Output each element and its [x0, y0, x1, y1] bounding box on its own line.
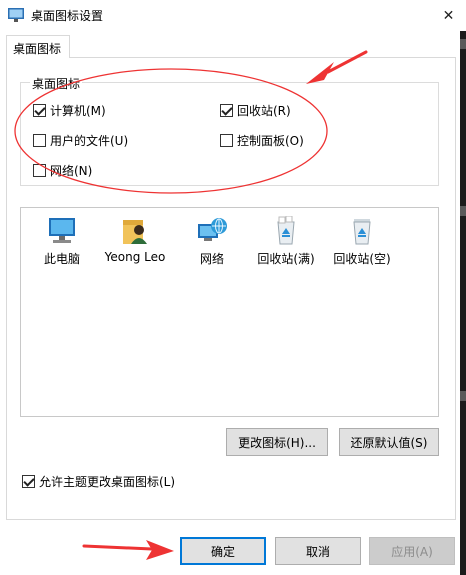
checkbox-box[interactable]: [22, 475, 35, 488]
window-title: 桌面图标设置: [31, 9, 104, 23]
checkbox-box[interactable]: [33, 164, 46, 177]
control-panel-checkbox[interactable]: 控制面板(O): [220, 132, 304, 149]
checkbox-box[interactable]: [33, 134, 46, 147]
icon-item-network[interactable]: 网络: [177, 216, 247, 267]
ok-button[interactable]: 确定: [180, 537, 266, 565]
network-icon: [198, 218, 227, 241]
recycle-bin-empty-icon: [353, 219, 371, 245]
computer-icon: [49, 218, 75, 243]
checkbox-box[interactable]: [33, 104, 46, 117]
user-files-checkbox[interactable]: 用户的文件(U): [33, 132, 128, 149]
cancel-button[interactable]: 取消: [275, 537, 361, 565]
apply-button[interactable]: 应用(A): [369, 537, 455, 565]
user-folder-icon: [123, 220, 147, 244]
recycle-bin-full-icon: [277, 216, 295, 245]
icon-label: 回收站(空): [333, 252, 391, 266]
edge-mark: [460, 39, 466, 49]
icon-item-recycle-bin-empty[interactable]: 回收站(空): [327, 216, 397, 267]
checkbox-box[interactable]: [220, 134, 233, 147]
close-button[interactable]: ✕: [431, 0, 466, 31]
checkbox-label: 允许主题更改桌面图标(L): [39, 475, 176, 489]
background-edge: [460, 31, 466, 575]
icon-label: Yeong Leo: [104, 250, 166, 264]
checkbox-label: 网络(N): [50, 164, 93, 178]
icon-list[interactable]: 此电脑 Yeong Leo 网络 回收站(满) 回收站(空): [20, 207, 439, 417]
edge-mark: [460, 206, 466, 216]
group-title: 桌面图标: [30, 75, 83, 92]
tab-label: 桌面图标: [13, 42, 62, 56]
checkbox-label: 用户的文件(U): [50, 134, 129, 148]
icon-label: 回收站(满): [257, 252, 315, 266]
checkbox-label: 回收站(R): [237, 104, 291, 118]
close-icon: ✕: [442, 7, 455, 24]
checkbox-label: 控制面板(O): [237, 134, 304, 148]
change-icon-button[interactable]: 更改图标(H)...: [226, 428, 328, 456]
display-settings-icon: [8, 8, 24, 22]
icon-label: 此电脑: [43, 252, 80, 266]
checkbox-label: 计算机(M): [50, 104, 106, 118]
icon-item-recycle-bin-full[interactable]: 回收站(满): [251, 216, 321, 267]
checkbox-box[interactable]: [220, 104, 233, 117]
icon-item-this-pc[interactable]: 此电脑: [27, 216, 97, 267]
recycle-bin-checkbox[interactable]: 回收站(R): [220, 102, 291, 119]
title-bar: 桌面图标设置 ✕: [0, 0, 466, 31]
computer-checkbox[interactable]: 计算机(M): [33, 102, 106, 119]
network-checkbox[interactable]: 网络(N): [33, 162, 92, 179]
icon-item-user-folder[interactable]: Yeong Leo: [100, 216, 170, 264]
tab-desktop-icons[interactable]: 桌面图标: [6, 35, 70, 58]
icon-label: 网络: [199, 252, 224, 266]
restore-default-button[interactable]: 还原默认值(S): [339, 428, 439, 456]
annotation-arrow-bottom: [82, 540, 174, 560]
allow-theme-checkbox[interactable]: 允许主题更改桌面图标(L): [22, 473, 175, 490]
edge-mark: [460, 391, 466, 401]
